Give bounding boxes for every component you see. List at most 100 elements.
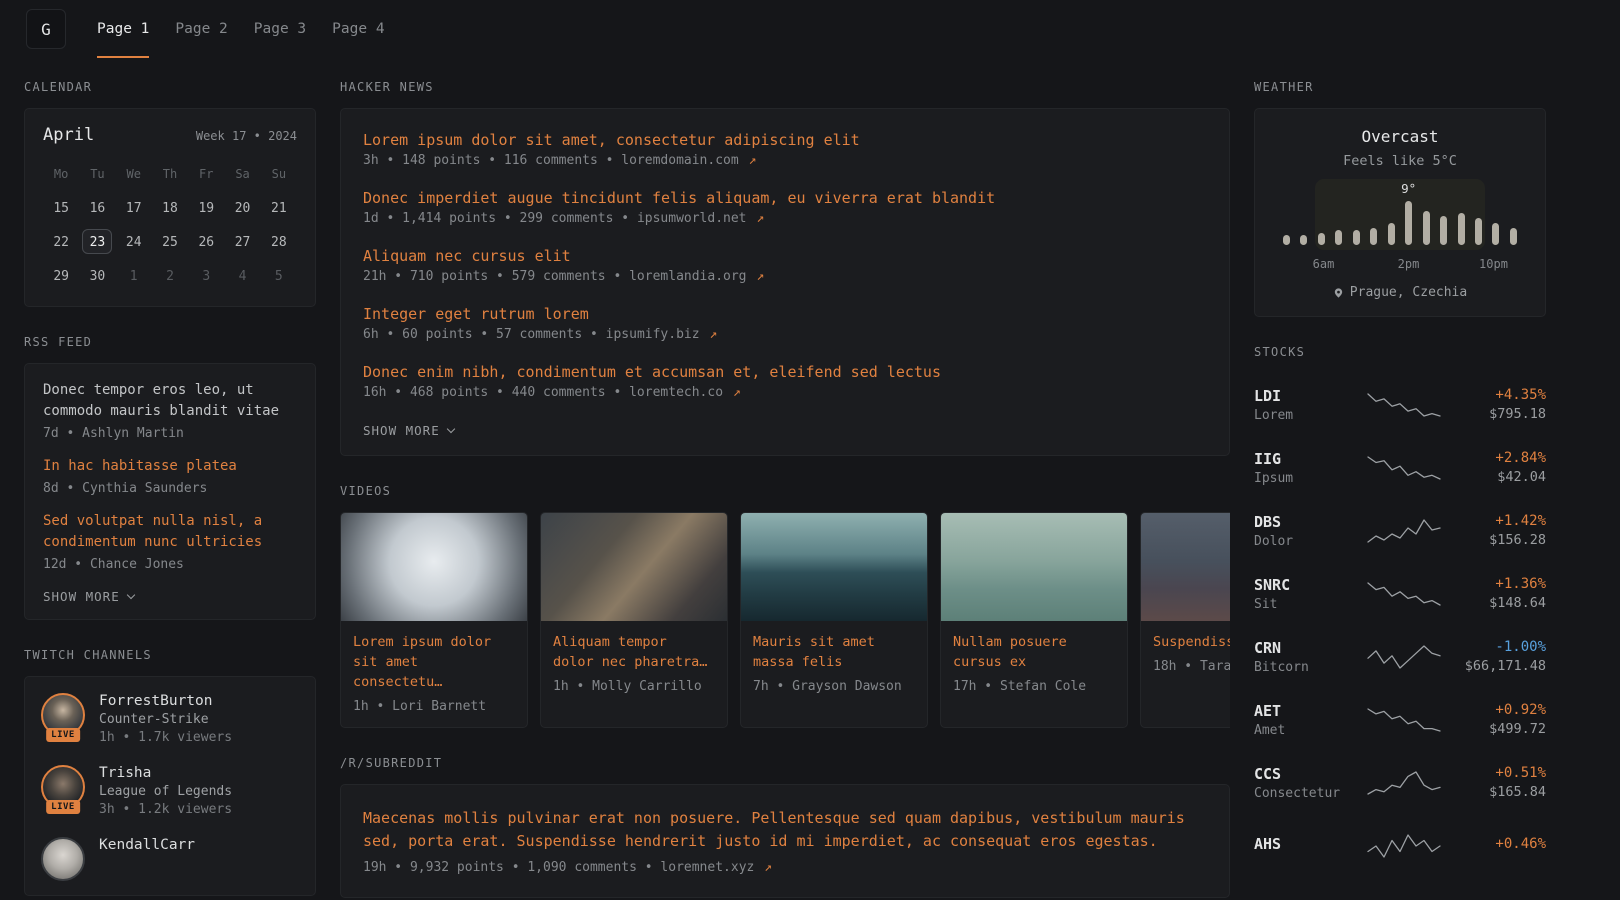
stock-price: $156.28 xyxy=(1456,532,1546,548)
stock-values: +0.92% $499.72 xyxy=(1456,702,1546,737)
hn-item-domain: loremdomain.com xyxy=(621,153,738,168)
hn-item-meta: 1d • 1,414 points • 299 comments • ipsum… xyxy=(363,211,1207,226)
weather-temp-bar xyxy=(1318,233,1325,245)
stock-change: +0.51% xyxy=(1456,765,1546,781)
hn-item-domain-link[interactable]: loremlandia.org ↗ xyxy=(629,269,764,284)
video-title: Aliquam tempor dolor nec pharetra… xyxy=(553,632,715,672)
stock-values: +0.46% xyxy=(1456,836,1546,855)
hn-item-domain-link[interactable]: ipsumify.biz ↗ xyxy=(606,327,718,342)
channel-name: Trisha xyxy=(99,765,232,781)
tab-page-3[interactable]: Page 3 xyxy=(241,0,319,58)
calendar-day: 26 xyxy=(191,229,221,254)
weather-condition: Overcast xyxy=(1281,127,1519,146)
video-meta: 1h • Molly Carrillo xyxy=(553,679,715,694)
stock-change: +0.46% xyxy=(1456,836,1546,852)
calendar-header: April Week 17 • 2024 xyxy=(43,125,297,145)
subreddit-card: Maecenas mollis pulvinar erat non posuer… xyxy=(340,784,1230,898)
video-title: Suspendisse diam xyxy=(1153,632,1230,652)
stock-ticker: CRN xyxy=(1254,639,1352,657)
left-column: CALENDAR April Week 17 • 2024 Mo Tu We T… xyxy=(24,80,316,900)
stock-row[interactable]: LDI Lorem +4.35% $795.18 xyxy=(1254,373,1546,436)
video-meta: 18h • Tara xyxy=(1153,659,1230,674)
video-card[interactable]: Aliquam tempor dolor nec pharetra… 1h • … xyxy=(540,512,728,728)
video-thumbnail xyxy=(941,513,1127,621)
stock-id: AHS xyxy=(1254,835,1352,856)
stock-row[interactable]: AHS +0.46% xyxy=(1254,814,1546,877)
calendar-dow: Sa xyxy=(228,161,258,186)
stock-sparkline xyxy=(1352,706,1456,734)
stock-sparkline xyxy=(1352,769,1456,797)
tab-page-2[interactable]: Page 2 xyxy=(162,0,240,58)
calendar-day: 21 xyxy=(264,195,294,220)
rss-item-title[interactable]: Donec tempor eros leo, ut commodo mauris… xyxy=(43,380,297,422)
stock-row[interactable]: SNRC Sit +1.36% $148.64 xyxy=(1254,562,1546,625)
external-link-icon: ↗ xyxy=(749,153,757,168)
video-card[interactable]: Nullam posuere cursus ex 17h • Stefan Co… xyxy=(940,512,1128,728)
weather-temp-bar xyxy=(1510,228,1517,245)
stock-row[interactable]: IIG Ipsum +2.84% $42.04 xyxy=(1254,436,1546,499)
stock-id: CRN Bitcorn xyxy=(1254,639,1352,675)
stocks-section-title: STOCKS xyxy=(1254,345,1546,359)
stock-sparkline xyxy=(1352,580,1456,608)
calendar-day-next-month: 2 xyxy=(155,263,185,288)
video-body: Aliquam tempor dolor nec pharetra… 1h • … xyxy=(541,621,727,707)
stock-ticker: AHS xyxy=(1254,835,1352,853)
video-thumbnail xyxy=(1141,513,1230,621)
hn-show-more-button[interactable]: SHOW MORE xyxy=(363,423,454,438)
stock-row[interactable]: CRN Bitcorn -1.00% $66,171.48 xyxy=(1254,625,1546,688)
hackernews-widget: HACKER NEWS Lorem ipsum dolor sit amet, … xyxy=(340,80,1230,456)
stock-row[interactable]: CCS Consectetur +0.51% $165.84 xyxy=(1254,751,1546,814)
subreddit-section-title: /R/SUBREDDIT xyxy=(340,756,1230,770)
twitch-channel-row[interactable]: KendallCarr xyxy=(41,837,299,881)
twitch-channel-row[interactable]: LIVE ForrestBurton Counter-Strike 1h • 1… xyxy=(41,693,299,745)
video-body: Mauris sit amet massa felis 7h • Grayson… xyxy=(741,621,927,707)
weather-widget: WEATHER Overcast Feels like 5°C 9° 6am2p… xyxy=(1254,80,1546,317)
tab-page-1[interactable]: Page 1 xyxy=(84,0,162,58)
video-thumbnail xyxy=(541,513,727,621)
subreddit-post-title[interactable]: Maecenas mollis pulvinar erat non posuer… xyxy=(363,807,1207,853)
video-card[interactable]: Lorem ipsum dolor sit amet consectetu… 1… xyxy=(340,512,528,728)
video-card[interactable]: Mauris sit amet massa felis 7h • Grayson… xyxy=(740,512,928,728)
stock-name: Bitcorn xyxy=(1254,660,1352,675)
stock-price: $499.72 xyxy=(1456,721,1546,737)
rss-card: Donec tempor eros leo, ut commodo mauris… xyxy=(24,363,316,620)
hn-item-domain: loremlandia.org xyxy=(629,269,746,284)
hn-item-stats: 3h • 148 points • 116 comments • xyxy=(363,153,621,168)
hn-item-title[interactable]: Integer eget rutrum lorem xyxy=(363,305,1207,323)
video-card[interactable]: Suspendisse diam 18h • Tara xyxy=(1140,512,1230,728)
rss-item-title[interactable]: In hac habitasse platea xyxy=(43,456,297,477)
stock-values: -1.00% $66,171.48 xyxy=(1456,639,1546,674)
stock-ticker: CCS xyxy=(1254,765,1352,783)
external-link-icon: ↗ xyxy=(733,385,741,400)
stock-row[interactable]: DBS Dolor +1.42% $156.28 xyxy=(1254,499,1546,562)
hn-item-domain-link[interactable]: loremdomain.com ↗ xyxy=(621,153,756,168)
stock-change: +2.84% xyxy=(1456,450,1546,466)
weather-temp-bar xyxy=(1475,218,1482,245)
stock-name: Lorem xyxy=(1254,408,1352,423)
tab-page-4[interactable]: Page 4 xyxy=(319,0,397,58)
hn-item-title[interactable]: Donec enim nibh, condimentum et accumsan… xyxy=(363,363,1207,381)
calendar-day: 15 xyxy=(46,195,76,220)
stock-row[interactable]: AET Amet +0.92% $499.72 xyxy=(1254,688,1546,751)
hn-item-meta: 21h • 710 points • 579 comments • loreml… xyxy=(363,269,1207,284)
avatar-wrap xyxy=(41,837,85,881)
subreddit-domain-link[interactable]: loremnet.xyz ↗ xyxy=(660,860,772,875)
calendar-dow: Mo xyxy=(46,161,76,186)
rss-section-title: RSS FEED xyxy=(24,335,316,349)
hn-item-domain-link[interactable]: ipsumworld.net ↗ xyxy=(637,211,764,226)
hn-item-title[interactable]: Lorem ipsum dolor sit amet, consectetur … xyxy=(363,131,1207,149)
external-link-icon: ↗ xyxy=(756,269,764,284)
rss-item-title[interactable]: Sed volutpat nulla nisl, a condimentum n… xyxy=(43,511,297,553)
weather-temp-bar xyxy=(1423,211,1430,245)
twitch-channel-row[interactable]: LIVE Trisha League of Legends 3h • 1.2k … xyxy=(41,765,299,817)
video-body: Suspendisse diam 18h • Tara xyxy=(1141,621,1230,687)
stock-id: LDI Lorem xyxy=(1254,387,1352,423)
hn-item-title[interactable]: Donec imperdiet augue tincidunt felis al… xyxy=(363,189,1207,207)
weather-temp-bar xyxy=(1335,230,1342,245)
hn-item-title[interactable]: Aliquam nec cursus elit xyxy=(363,247,1207,265)
calendar-day: 25 xyxy=(155,229,185,254)
rss-show-more-button[interactable]: SHOW MORE xyxy=(43,589,134,604)
stock-id: CCS Consectetur xyxy=(1254,765,1352,801)
stock-id: DBS Dolor xyxy=(1254,513,1352,549)
hn-item-domain-link[interactable]: loremtech.co ↗ xyxy=(629,385,741,400)
